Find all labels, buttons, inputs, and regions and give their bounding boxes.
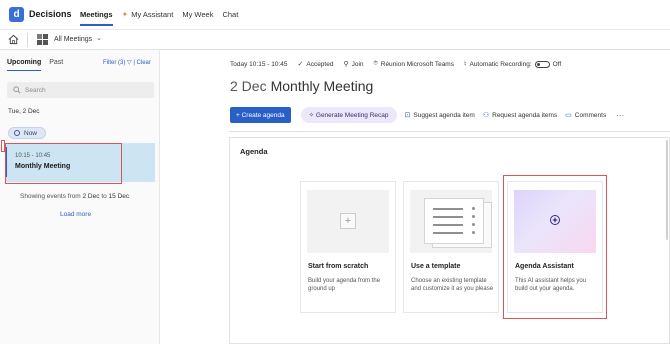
request-icon: ⚇ [482, 112, 490, 119]
create-agenda-label: Create agenda [241, 111, 285, 119]
check-icon: ✓ [297, 61, 304, 68]
meeting-time: Today 10:15 - 10:45 [230, 61, 287, 68]
top-nav-bar: d Decisions Meetings ✦ My Assistant My We… [0, 0, 670, 30]
meeting-title-date: 2 Dec [230, 78, 267, 94]
microphone-icon: ♮ [463, 61, 467, 68]
scratch-thumbnail: + [307, 190, 389, 253]
now-label: Now [24, 129, 38, 137]
sparkle-icon: ✦ [121, 10, 129, 19]
list-tabs: Upcoming Past [7, 59, 63, 71]
template-document-icon [424, 198, 484, 244]
meeting-title: 2 Dec Monthly Meeting [230, 78, 373, 94]
app-logo[interactable]: d [9, 7, 24, 22]
option-title: Use a template [411, 263, 461, 270]
generate-recap-label: Generate Meeting Recap [315, 111, 389, 119]
nav-chat[interactable]: Chat [222, 0, 238, 30]
highlight-marker [1, 140, 5, 152]
showing-prefix: Showing events from [20, 193, 81, 200]
meeting-day: Today [230, 60, 248, 68]
now-badge: Now [8, 127, 46, 139]
option-title: Start from scratch [308, 263, 369, 270]
meeting-location-label: Réunion Microsoft Teams [380, 60, 454, 68]
meeting-title-name: Monthly Meeting [270, 78, 374, 94]
rsvp-status-label: Accepted [306, 60, 334, 68]
template-thumbnail [410, 190, 492, 253]
tab-upcoming[interactable]: Upcoming [7, 59, 42, 71]
meetings-list-panel: Upcoming Past Filter (3) ▽ | Clear Searc… [0, 50, 160, 344]
nav-my-assistant-label: My Assistant [131, 10, 174, 19]
auto-recording-label: Automatic Recording: [469, 60, 532, 68]
meeting-time-range: 10:15 - 10:45 [249, 60, 288, 68]
suggest-icon: ⊡ [404, 112, 411, 119]
create-agenda-button[interactable]: + Create agenda [230, 107, 291, 123]
request-agenda-items-label: Request agenda items [492, 111, 558, 119]
load-more-link[interactable]: Load more [60, 211, 91, 218]
view-selector[interactable]: All Meetings [54, 36, 92, 43]
nav-my-assistant[interactable]: ✦ My Assistant [122, 0, 174, 30]
option-description: Choose an existing template and customiz… [411, 278, 494, 292]
highlight-box-event [5, 143, 122, 184]
meeting-meta-row: Today 10:15 - 10:45 ✓ Accepted ⚲ Join ⌾ Réu… [230, 60, 571, 68]
option-start-from-scratch[interactable]: + Start from scratch Build your agenda f… [300, 181, 396, 313]
scrollbar[interactable] [666, 140, 668, 240]
showing-to: 15 Dec [108, 193, 130, 200]
option-use-template[interactable]: Use a template Choose an existing templa… [403, 181, 499, 313]
action-toolbar: + Create agenda ✧ Generate Meeting Recap… [230, 107, 624, 123]
generate-recap-button[interactable]: ✧ Generate Meeting Recap [300, 107, 397, 123]
showing-to-word: to [101, 193, 107, 200]
suggest-agenda-item-button[interactable]: ⊡ Suggest agenda item [404, 111, 475, 120]
recording-toggle[interactable] [534, 60, 550, 68]
home-icon[interactable] [8, 34, 19, 45]
search-placeholder: Search [25, 86, 46, 94]
day-heading: Tue, 2 Dec [8, 108, 40, 115]
clock-icon [14, 130, 20, 136]
search-input[interactable]: Search [7, 82, 154, 98]
chevron-down-icon[interactable]: ⌄ [96, 34, 102, 42]
nav-meetings-label: Meetings [80, 10, 113, 19]
nav-meetings[interactable]: Meetings [80, 0, 113, 30]
join-label: Join [351, 60, 364, 68]
highlight-box-assistant [503, 175, 607, 319]
rsvp-status[interactable]: ✓ Accepted [297, 60, 334, 69]
app-title: Decisions [29, 9, 72, 19]
divider [229, 131, 670, 132]
request-agenda-items-button[interactable]: ⚇ Request agenda items [482, 111, 558, 120]
clear-link[interactable]: Clear [137, 60, 151, 66]
view-bar: All Meetings ⌄ [0, 30, 670, 50]
showing-range: Showing events from 2 Dec to 15 Dec [20, 193, 129, 200]
comments-button[interactable]: ▭ Comments [565, 111, 607, 120]
ai-sparkle-icon: ✧ [308, 112, 316, 119]
more-options-icon[interactable]: ··· [616, 111, 624, 120]
nav-chat-label: Chat [222, 10, 239, 19]
showing-from: 2 Dec [82, 193, 100, 200]
grid-icon [37, 34, 48, 45]
recording-state: Off [552, 60, 562, 68]
main-nav: Meetings ✦ My Assistant My Week Chat [80, 0, 247, 30]
filter-icon[interactable]: ▽ [127, 60, 132, 66]
filter-controls: Filter (3) ▽ | Clear [103, 59, 151, 66]
plus-icon: + [340, 213, 356, 229]
comment-icon: ▭ [565, 112, 572, 119]
tab-past[interactable]: Past [49, 59, 63, 66]
suggest-agenda-item-label: Suggest agenda item [413, 111, 475, 119]
join-button[interactable]: ⚲ Join [343, 60, 364, 69]
link-icon: ⚲ [343, 61, 349, 68]
divider [27, 33, 28, 47]
search-icon [13, 86, 21, 94]
auto-recording: ♮ Automatic Recording: Off [464, 60, 561, 68]
filter-link[interactable]: Filter (3) [103, 60, 125, 66]
nav-my-week-label: My Week [182, 10, 214, 19]
meeting-location: ⌾ Réunion Microsoft Teams [374, 60, 454, 68]
comments-label: Comments [574, 111, 607, 119]
agenda-heading: Agenda [240, 147, 268, 156]
nav-my-week[interactable]: My Week [182, 0, 213, 30]
option-description: Build your agenda from the ground up [308, 278, 381, 292]
location-icon: ⌾ [373, 60, 378, 67]
